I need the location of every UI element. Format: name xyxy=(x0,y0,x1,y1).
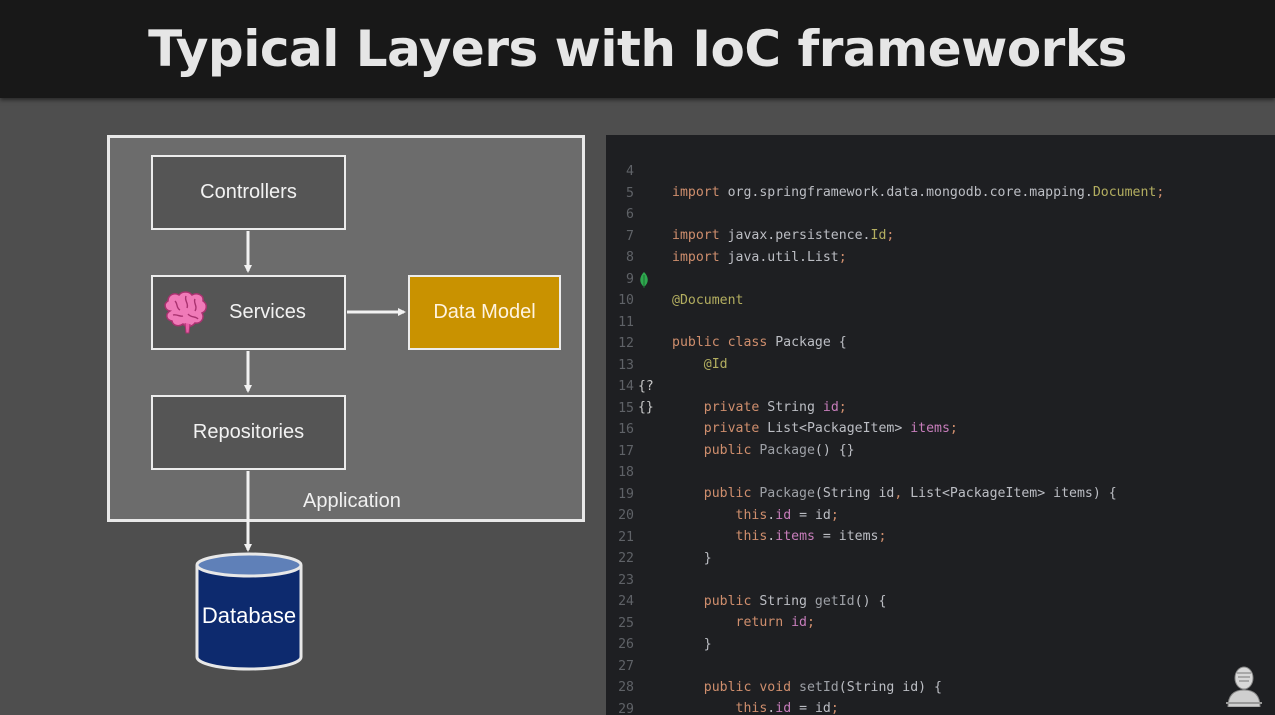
controllers-label: Controllers xyxy=(200,181,297,203)
code-line: 28 this.id = id; xyxy=(606,656,1275,715)
code-line: 26 xyxy=(606,613,1275,652)
code-line: 19 this.id = id; xyxy=(606,463,1275,523)
services-label: Services xyxy=(229,301,306,323)
code-line: 11 xyxy=(606,291,1275,330)
code-line: 12 @Id xyxy=(606,312,1275,372)
code-line: 27 public void setId(String id) { xyxy=(606,635,1275,695)
repositories-label: Repositories xyxy=(192,421,305,443)
repositories-box: Repositories xyxy=(151,395,346,470)
brain-icon xyxy=(164,291,207,334)
code-line: 24 return id; xyxy=(606,570,1275,630)
code-line: 7 import java.util.List; xyxy=(606,205,1275,265)
code-line: 14 {} private List<PackageItem> items; xyxy=(606,355,1275,436)
code-line: 17 xyxy=(606,420,1275,459)
code-line: 10 public class Package { xyxy=(606,269,1275,350)
mongodb-leaf-icon[interactable] xyxy=(638,272,650,288)
code-line: 13 {? private String id; xyxy=(606,334,1275,415)
code-line: 25 } xyxy=(606,592,1275,652)
code-editor: 4 import org.springframework.data.mongod… xyxy=(606,135,1275,715)
code-line: 20 this.items = items; xyxy=(606,484,1275,544)
data-model-label: Data Model xyxy=(433,301,536,323)
code-line: 15 xyxy=(606,377,1275,416)
controllers-box: Controllers xyxy=(151,155,346,230)
code-line: 30 xyxy=(606,699,1275,715)
application-label: Application xyxy=(303,490,401,512)
code-line: 9 @Document xyxy=(606,248,1275,308)
code-line: 4 import org.springframework.data.mongod… xyxy=(606,140,1275,200)
data-model-box: Data Model xyxy=(408,275,561,350)
code-line: 21 } xyxy=(606,506,1275,566)
code-line: 16 public Package() {} xyxy=(606,398,1275,458)
code-line: 5 xyxy=(606,162,1275,201)
code-line: 23 public String getId() { xyxy=(606,549,1275,609)
avatar-icon xyxy=(1226,666,1262,707)
code-line: 29 } xyxy=(606,678,1275,715)
code-line: 18 public Package(String id, List<Packag… xyxy=(606,441,1275,501)
code-line: 8 xyxy=(606,226,1275,265)
code-line: 22 xyxy=(606,527,1275,566)
database-label: Database xyxy=(201,603,297,628)
code-line: 6 import javax.persistence.Id; xyxy=(606,183,1275,243)
